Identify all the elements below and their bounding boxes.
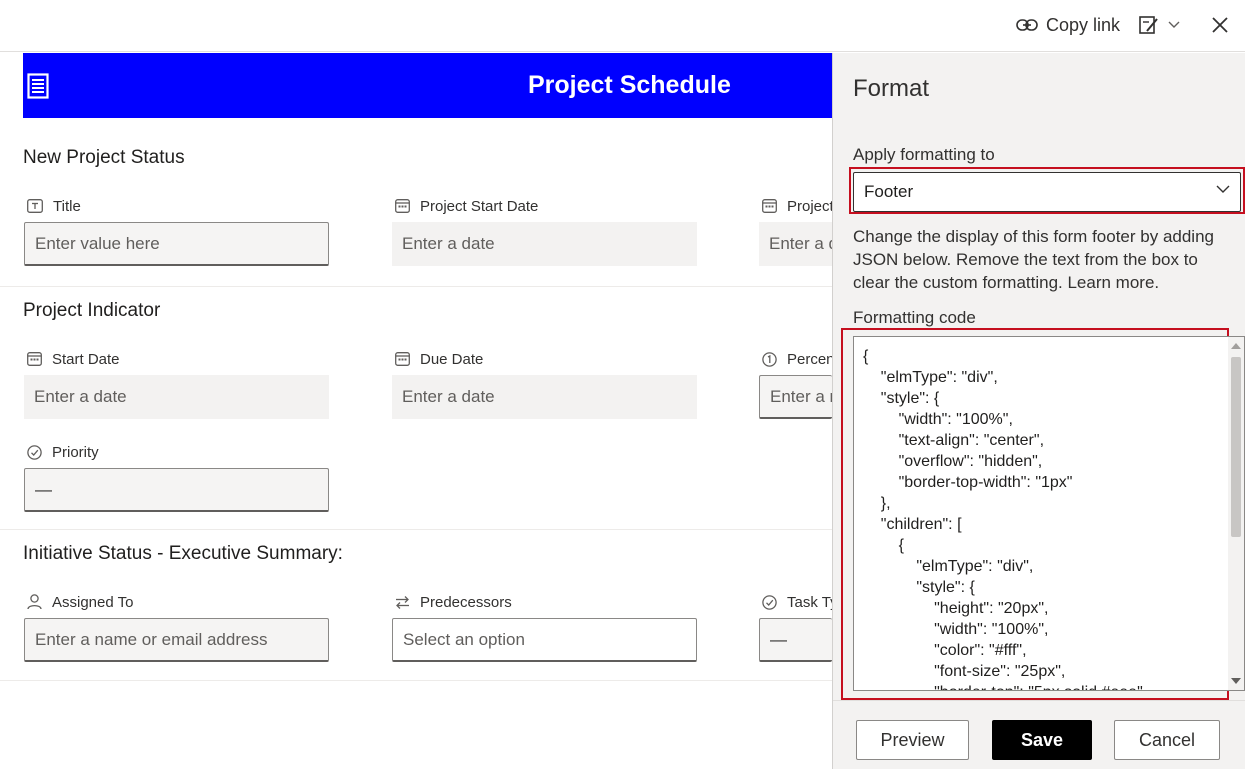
chevron-down-icon xyxy=(1168,21,1180,28)
field-label-percent: Percen xyxy=(762,349,832,369)
field-label-priority: Priority xyxy=(27,442,99,462)
form-preview: Project Schedule New Project Status Titl… xyxy=(0,53,832,769)
form-document-icon xyxy=(27,73,49,99)
format-panel: Format Apply formatting to Footer Change… xyxy=(832,53,1245,769)
top-bar: Copy link xyxy=(0,0,1245,52)
number-icon xyxy=(762,351,777,367)
text-field-icon xyxy=(27,199,43,213)
field-label-predecessors: Predecessors xyxy=(395,592,512,612)
copy-link-button[interactable]: Copy link xyxy=(1016,12,1120,38)
link-icon xyxy=(1016,19,1038,31)
assigned-to-input[interactable]: Enter a name or email address xyxy=(24,618,329,662)
calendar-icon xyxy=(395,199,410,213)
calendar-icon xyxy=(762,199,777,213)
section-title-project-indicator: Project Indicator xyxy=(23,300,161,321)
close-button[interactable] xyxy=(1208,12,1232,38)
scroll-up-arrow-icon[interactable] xyxy=(1231,343,1241,349)
priority-select[interactable]: — xyxy=(24,468,329,512)
formatting-code-text[interactable]: { "elmType": "div", "style": { "width": … xyxy=(863,346,1147,690)
title-input[interactable]: Enter value here xyxy=(24,222,329,266)
cancel-button[interactable]: Cancel xyxy=(1114,720,1220,760)
panel-title: Format xyxy=(853,75,930,102)
save-button[interactable]: Save xyxy=(992,720,1092,760)
field-label-title: Title xyxy=(27,196,81,216)
apply-formatting-dropdown[interactable]: Footer xyxy=(853,172,1241,212)
edit-form-icon xyxy=(1139,16,1158,34)
scroll-down-arrow-icon[interactable] xyxy=(1231,678,1241,684)
form-header: Project Schedule xyxy=(23,53,832,118)
task-type-select[interactable]: — xyxy=(759,618,832,662)
code-scrollbar[interactable] xyxy=(1228,337,1244,690)
chevron-down-icon xyxy=(1216,185,1230,193)
copy-link-label: Copy link xyxy=(1046,14,1121,35)
section-divider xyxy=(0,529,832,530)
field-label-due-date: Due Date xyxy=(395,349,483,369)
apply-formatting-label: Apply formatting to xyxy=(853,145,995,164)
person-icon xyxy=(27,594,42,610)
apply-formatting-value: Footer xyxy=(864,182,914,201)
calendar-icon xyxy=(395,352,410,366)
lookup-arrows-icon xyxy=(396,595,409,609)
panel-description: Change the display of this form footer b… xyxy=(853,227,1214,292)
section-title-new-project-status: New Project Status xyxy=(23,147,185,168)
section-divider xyxy=(0,286,832,287)
percent-input[interactable]: Enter a n xyxy=(759,375,832,419)
form-header-title: Project Schedule xyxy=(528,71,731,99)
close-icon xyxy=(1212,17,1228,33)
start-date-input[interactable]: Enter a date xyxy=(24,375,329,419)
formatting-code-editor[interactable]: { "elmType": "div", "style": { "width": … xyxy=(853,336,1245,691)
predecessors-select[interactable]: Select an option xyxy=(392,618,697,662)
field-label-project-start-date: Project Start Date xyxy=(395,196,538,216)
preview-button[interactable]: Preview xyxy=(856,720,969,760)
section-title-initiative-status: Initiative Status - Executive Summary: xyxy=(23,543,343,564)
project-start-date-input[interactable]: Enter a date xyxy=(392,222,697,266)
form-customization-window: Copy link Project Schedule New Project S… xyxy=(0,0,1245,769)
due-date-input[interactable]: Enter a date xyxy=(392,375,697,419)
scroll-thumb[interactable] xyxy=(1231,357,1241,537)
choice-icon xyxy=(27,444,42,460)
calendar-icon xyxy=(27,352,42,366)
edit-form-button[interactable] xyxy=(1138,12,1180,38)
field-label-project: Project xyxy=(762,196,832,216)
panel-footer: Preview Save Cancel xyxy=(833,700,1245,769)
field-label-assigned-to: Assigned To xyxy=(27,592,133,612)
project-date-input[interactable]: Enter a d xyxy=(759,222,832,266)
formatting-code-label: Formatting code xyxy=(853,308,976,327)
choice-icon xyxy=(762,594,777,610)
field-label-task-type: Task Ty xyxy=(762,592,832,612)
field-label-start-date: Start Date xyxy=(27,349,120,369)
section-divider xyxy=(0,680,832,681)
